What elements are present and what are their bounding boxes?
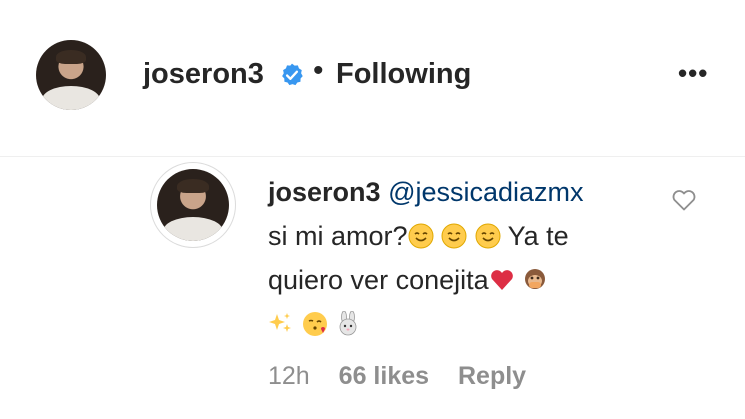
comment-text-part1: si mi amor? (268, 221, 408, 251)
smiling-face-emoji (441, 223, 467, 249)
red-heart-emoji (490, 270, 513, 290)
comment-username[interactable]: joseron3 (268, 177, 381, 207)
comment-body: joseron3 @jessicadiazmx si mi amor? Ya t… (268, 170, 628, 346)
header-username[interactable]: joseron3 (143, 58, 264, 91)
comment-likes[interactable]: 66 likes (339, 362, 429, 391)
comment-meta: 12h 66 likes Reply (268, 362, 548, 391)
separator-dot: • (313, 54, 324, 87)
avatar-shirt (162, 216, 224, 241)
divider (0, 156, 745, 157)
like-heart-icon[interactable] (671, 188, 697, 212)
sparkles-emoji (269, 313, 291, 332)
comment-time[interactable]: 12h (268, 362, 310, 391)
avatar-shirt (41, 86, 101, 110)
avatar[interactable] (36, 40, 106, 110)
comment-avatar[interactable] (157, 169, 229, 241)
post-header: joseron3 • Following ••• (0, 0, 745, 156)
speak-no-evil-monkey-emoji (525, 269, 546, 289)
face-blowing-kiss-emoji (302, 312, 327, 336)
smiling-face-emoji (408, 223, 434, 249)
following-button[interactable]: Following (336, 58, 471, 91)
more-options-icon[interactable]: ••• (678, 58, 708, 89)
reply-button[interactable]: Reply (458, 362, 526, 391)
avatar-hair (177, 179, 209, 194)
verified-badge-icon (282, 63, 303, 86)
avatar-hair (55, 49, 87, 64)
smiling-face-emoji (475, 223, 501, 249)
comment-mention[interactable]: @jessicadiazmx (388, 177, 583, 207)
rabbit-face-emoji (339, 311, 357, 336)
